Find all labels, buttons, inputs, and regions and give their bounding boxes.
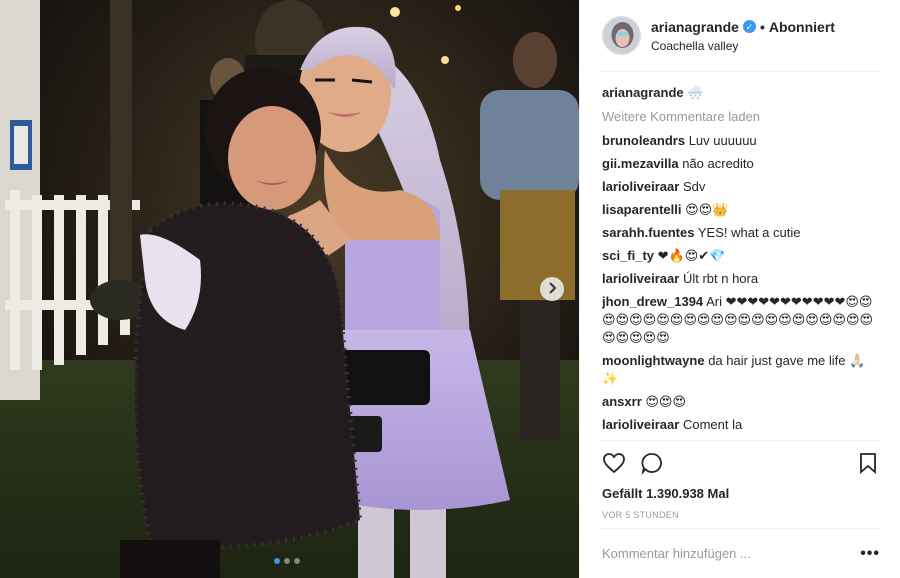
comment-text: Sdv <box>682 179 706 194</box>
load-more-comments-button[interactable]: Weitere Kommentare laden <box>602 108 880 126</box>
username-link[interactable]: arianagrande <box>651 18 739 36</box>
carousel-dot-2 <box>284 558 290 564</box>
comment-username[interactable]: lisaparentelli <box>602 202 681 217</box>
comment-item: brunoleandrs Luv uuuuuu <box>602 132 880 150</box>
comment-username[interactable]: larioliveiraar <box>602 271 679 286</box>
comment-text: 😍😍😍 <box>645 394 687 409</box>
comments-list: arianagrande 🌨️ Weitere Kommentare laden… <box>602 84 880 440</box>
comment-username[interactable]: jhon_drew_1394 <box>602 294 703 309</box>
comment-username[interactable]: moonlightwayne <box>602 353 705 368</box>
comment-username[interactable]: sci_fi_ty <box>602 248 654 263</box>
comment-text: não acredito <box>682 156 754 171</box>
comment-item: sarahh.fuentes YES! what a cutie <box>602 224 880 242</box>
separator-bullet: • <box>759 18 765 35</box>
comment-text: 😍😍👑 <box>685 202 729 217</box>
instagram-post: arianagrande ✓ • Abonniert Coachella val… <box>0 0 900 578</box>
add-comment-bar: ••• <box>602 528 880 578</box>
likes-count[interactable]: Gefällt 1.390.938 Mal <box>602 485 880 503</box>
comment-item: moonlightwayne da hair just gave me life… <box>602 352 880 388</box>
comment-item: ansxrr 😍😍😍 <box>602 393 880 411</box>
comment-username[interactable]: larioliveiraar <box>602 417 679 432</box>
caption-text: 🌨️ <box>687 85 704 100</box>
post-caption: arianagrande 🌨️ <box>602 84 880 102</box>
avatar[interactable] <box>602 16 641 55</box>
caption-username[interactable]: arianagrande <box>602 85 684 100</box>
comment-item: lisaparentelli 😍😍👑 <box>602 201 880 219</box>
comment-item: larioliveiraar Sdv <box>602 178 880 196</box>
comment-username[interactable]: sarahh.fuentes <box>602 225 694 240</box>
carousel-indicator <box>274 558 300 564</box>
heart-outline-icon[interactable] <box>602 451 626 475</box>
comment-item: larioliveiraar Últ rbt n hora <box>602 270 880 288</box>
comment-item: jhon_drew_1394 Ari ❤❤❤❤❤❤❤❤❤❤❤😍😍😍😍😍😍😍😍😍😍… <box>602 293 880 347</box>
bookmark-icon[interactable] <box>856 451 880 475</box>
more-options-icon[interactable]: ••• <box>860 545 880 563</box>
follow-state-button[interactable]: Abonniert <box>769 18 835 36</box>
speech-bubble-icon[interactable] <box>640 451 664 476</box>
next-slide-button[interactable] <box>540 277 564 301</box>
post-timestamp: VOR 5 STUNDEN <box>602 510 679 520</box>
comment-text: ❤🔥😍✔💎 <box>657 248 726 263</box>
post-side-panel: arianagrande ✓ • Abonniert Coachella val… <box>579 0 900 578</box>
comment-username[interactable]: brunoleandrs <box>602 133 685 148</box>
location-link[interactable]: Coachella valley <box>651 38 835 54</box>
comment-text: Últ rbt n hora <box>682 271 759 286</box>
comment-text: YES! what a cutie <box>697 225 801 240</box>
verified-badge-icon: ✓ <box>742 20 756 33</box>
comment-input[interactable] <box>602 546 861 561</box>
post-photo-carousel[interactable] <box>0 0 579 578</box>
carousel-dot-3 <box>294 558 300 564</box>
carousel-dot-1 <box>274 558 280 564</box>
comment-username[interactable]: ansxrr <box>602 394 642 409</box>
post-actions: Gefällt 1.390.938 Mal VOR 5 STUNDEN <box>580 440 900 521</box>
post-photo <box>0 0 579 578</box>
chevron-right-icon <box>547 281 557 297</box>
comment-item: larioliveiraar Coment la <box>602 416 880 434</box>
comment-text: Coment la <box>682 417 743 432</box>
comment-item: sci_fi_ty ❤🔥😍✔💎 <box>602 247 880 265</box>
post-header: arianagrande ✓ • Abonniert Coachella val… <box>580 0 900 72</box>
comment-item: gii.mezavilla não acredito <box>602 155 880 173</box>
comment-username[interactable]: gii.mezavilla <box>602 156 679 171</box>
comment-username[interactable]: larioliveiraar <box>602 179 679 194</box>
comment-text: Luv uuuuuu <box>688 133 757 148</box>
